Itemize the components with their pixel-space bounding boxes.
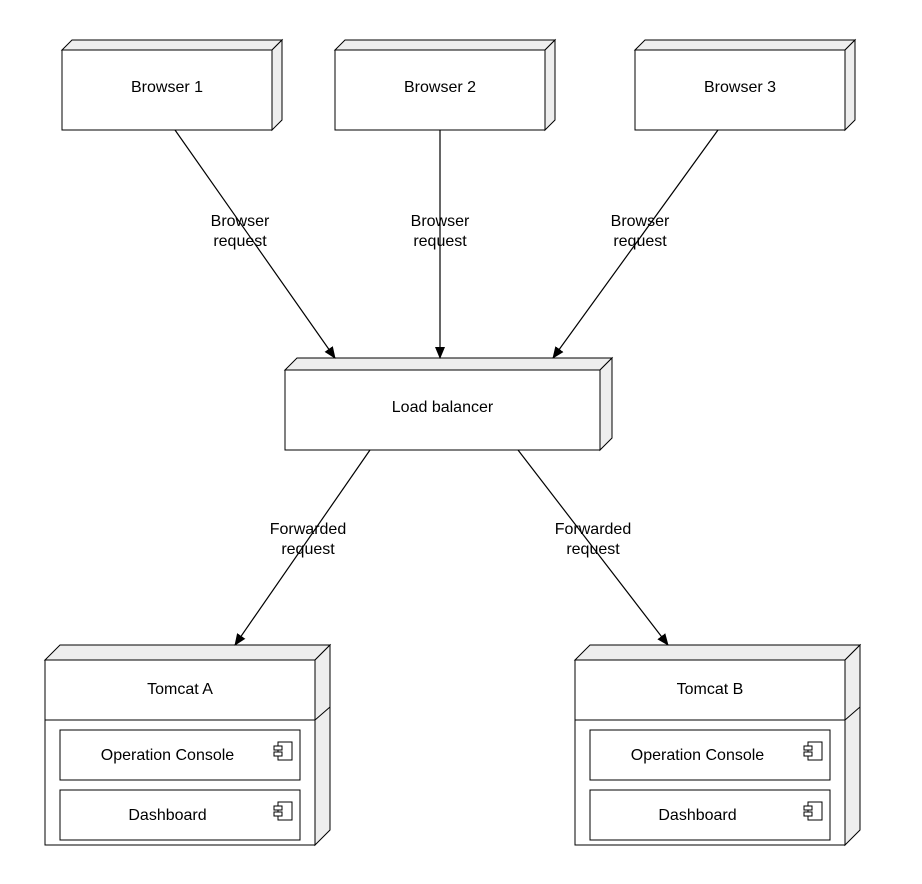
label-edge-browser-request-1: Browser request <box>200 212 280 252</box>
label-dashboard-a: Dashboard <box>60 806 275 826</box>
label-edge-browser-request-3: Browser request <box>600 212 680 252</box>
label-edge-browser-request-2: Browser request <box>400 212 480 252</box>
label-edge-forwarded-request-1: Forwarded request <box>258 520 358 560</box>
deployment-diagram: Browser 1 Browser 2 Browser 3 Load balan… <box>0 0 922 884</box>
label-op-console-a: Operation Console <box>60 746 275 766</box>
label-browser-2: Browser 2 <box>335 78 545 98</box>
label-load-balancer: Load balancer <box>285 398 600 418</box>
label-browser-1: Browser 1 <box>62 78 272 98</box>
label-op-console-b: Operation Console <box>590 746 805 766</box>
label-edge-forwarded-request-2: Forwarded request <box>543 520 643 560</box>
label-browser-3: Browser 3 <box>635 78 845 98</box>
label-dashboard-b: Dashboard <box>590 806 805 826</box>
label-tomcat-a: Tomcat A <box>45 680 315 700</box>
label-tomcat-b: Tomcat B <box>575 680 845 700</box>
